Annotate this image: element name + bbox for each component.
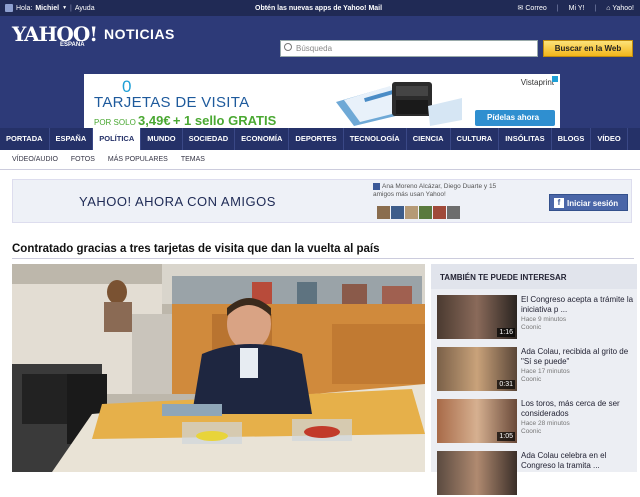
item-title[interactable]: Ada Colau celebra en el Congreso la tram…: [521, 451, 635, 470]
main-nav: PORTADA ESPAÑA POLÍTICA MUNDO SOCIEDAD ECONOM…: [0, 128, 640, 150]
subnav-link[interactable]: TEMAS: [181, 156, 205, 163]
yahoo-home-link[interactable]: ⌂ Yahoo!: [606, 5, 634, 12]
nav-tab-tecnología[interactable]: TECNOLOGÍA: [344, 128, 407, 150]
nav-tab-ciencia[interactable]: CIENCIA: [407, 128, 451, 150]
nav-tab-insólitas[interactable]: INSÓLITAS: [499, 128, 552, 150]
adchoices-icon[interactable]: [552, 76, 558, 82]
web-search-button[interactable]: Buscar en la Web: [543, 40, 633, 57]
subnav-link[interactable]: VÍDEO/AUDIO: [12, 156, 58, 163]
divider: |: [556, 4, 559, 12]
my-yahoo-link[interactable]: Mi Y!: [569, 5, 585, 12]
subnav-link[interactable]: MÁS POPULARES: [108, 156, 168, 163]
video-thumbnail[interactable]: [437, 451, 517, 495]
user-icon: [5, 4, 13, 12]
business-cards-image: [336, 82, 462, 126]
vistaprint-brand: Vistaprint: [520, 78, 554, 87]
ad-offer: POR SOLO 3,49€ + 1 sello GRATIS: [94, 113, 277, 128]
nav-tab-economía[interactable]: ECONOMÍA: [235, 128, 290, 150]
nav-tab-mundo[interactable]: MUNDO: [141, 128, 183, 150]
sidebar-title: TAMBIÉN TE PUEDE INTERESAR: [431, 264, 637, 289]
divider: [12, 258, 634, 259]
vistaprint-ad[interactable]: 0 TARJETAS DE VISITA POR SOLO 3,49€ + 1 …: [84, 74, 560, 132]
divider: |: [594, 4, 597, 12]
top-utility-bar: Hola: Michiel ▼ | Ayuda Obtén las nuevas…: [0, 0, 640, 16]
search-placeholder: Búsqueda: [296, 44, 333, 53]
item-source: Coonic: [521, 428, 542, 435]
help-link[interactable]: Ayuda: [75, 5, 95, 12]
item-source: Coonic: [521, 376, 542, 383]
video-thumbnail[interactable]: 0:31: [437, 347, 517, 391]
list-item[interactable]: 1:16 El Congreso acepta a trámite la ini…: [437, 295, 633, 341]
item-time: Hace 28 minutos: [521, 420, 570, 427]
nav-tab-portada[interactable]: PORTADA: [0, 128, 50, 150]
order-now-button[interactable]: Pídelas ahora: [475, 110, 555, 126]
search-icon: [284, 43, 292, 51]
nav-tab-cultura[interactable]: CULTURA: [451, 128, 500, 150]
item-title[interactable]: Ada Colau, recibida al grito de "Sí se p…: [521, 347, 635, 366]
nav-tab-vídeo[interactable]: VÍDEO: [591, 128, 628, 150]
item-title[interactable]: Los toros, más cerca de ser considerados: [521, 399, 635, 418]
list-item[interactable]: 0:31 Ada Colau, recibida al grito de "Sí…: [437, 347, 633, 393]
avatar: [405, 206, 418, 219]
video-thumbnail[interactable]: 1:16: [437, 295, 517, 339]
nav-tab-sociedad[interactable]: SOCIEDAD: [183, 128, 236, 150]
mail-link[interactable]: ✉ Correo: [518, 4, 547, 12]
friends-banner: YAHOO! AHORA CON AMIGOS Ana Moreno Alcáz…: [12, 179, 632, 223]
mail-apps-promo-link[interactable]: Obtén las nuevas apps de Yahoo! Mail: [255, 5, 382, 12]
item-time: Hace 17 minutos: [521, 368, 570, 375]
avatar: [419, 206, 432, 219]
sub-nav: VÍDEO/AUDIO FOTOS MÁS POPULARES TEMAS: [0, 150, 640, 170]
friends-text: Ana Moreno Alcázar, Diego Duarte y 15 am…: [373, 183, 497, 199]
video-duration: 1:05: [497, 432, 515, 441]
chevron-down-icon[interactable]: ▼: [62, 5, 67, 11]
nav-tab-blogs[interactable]: BLOGS: [552, 128, 592, 150]
item-source: Coonic: [521, 324, 542, 331]
home-icon: ⌂: [606, 4, 611, 12]
item-time: Hace 9 minutos: [521, 316, 567, 323]
nav-tab-política[interactable]: POLÍTICA: [93, 128, 142, 150]
video-thumbnail[interactable]: 1:05: [437, 399, 517, 443]
mail-icon: ✉: [517, 5, 524, 12]
office-scene-image: [12, 264, 425, 472]
video-duration: 0:31: [497, 380, 515, 389]
banner-title: YAHOO! AHORA CON AMIGOS: [79, 194, 276, 209]
friend-avatars: [377, 206, 460, 219]
facebook-icon: [373, 183, 380, 190]
article-headline[interactable]: Contratado gracias a tres tarjetas de vi…: [12, 243, 380, 255]
list-item[interactable]: Ada Colau celebra en el Congreso la tram…: [437, 451, 633, 497]
greeting-label: Hola:: [16, 4, 33, 12]
yahoo-logo[interactable]: YAHOO! ESPAÑA: [12, 22, 98, 48]
site-header: YAHOO! ESPAÑA NOTICIAS Búsqueda Buscar e…: [0, 16, 640, 132]
ad-title: TARJETAS DE VISITA: [94, 94, 250, 111]
facebook-icon: f: [554, 198, 564, 208]
facebook-login-button[interactable]: f Iniciar sesión: [549, 194, 628, 211]
subnav-link[interactable]: FOTOS: [71, 156, 95, 163]
section-title[interactable]: NOTICIAS: [104, 26, 175, 42]
video-duration: 1:16: [497, 328, 515, 337]
avatar: [433, 206, 446, 219]
avatar: [447, 206, 460, 219]
nav-tab-deportes[interactable]: DEPORTES: [289, 128, 344, 150]
nav-tab-españa[interactable]: ESPAÑA: [50, 128, 94, 150]
divider: |: [70, 4, 72, 12]
related-sidebar: TAMBIÉN TE PUEDE INTERESAR 1:16 El Congr…: [431, 264, 637, 495]
user-menu[interactable]: Michiel: [35, 5, 59, 12]
avatar: [377, 206, 390, 219]
item-title[interactable]: El Congreso acepta a trámite la iniciati…: [521, 295, 635, 314]
list-item[interactable]: 1:05 Los toros, más cerca de ser conside…: [437, 399, 633, 445]
avatar: [391, 206, 404, 219]
article-video[interactable]: [12, 264, 425, 472]
search-input[interactable]: Búsqueda: [280, 40, 538, 57]
